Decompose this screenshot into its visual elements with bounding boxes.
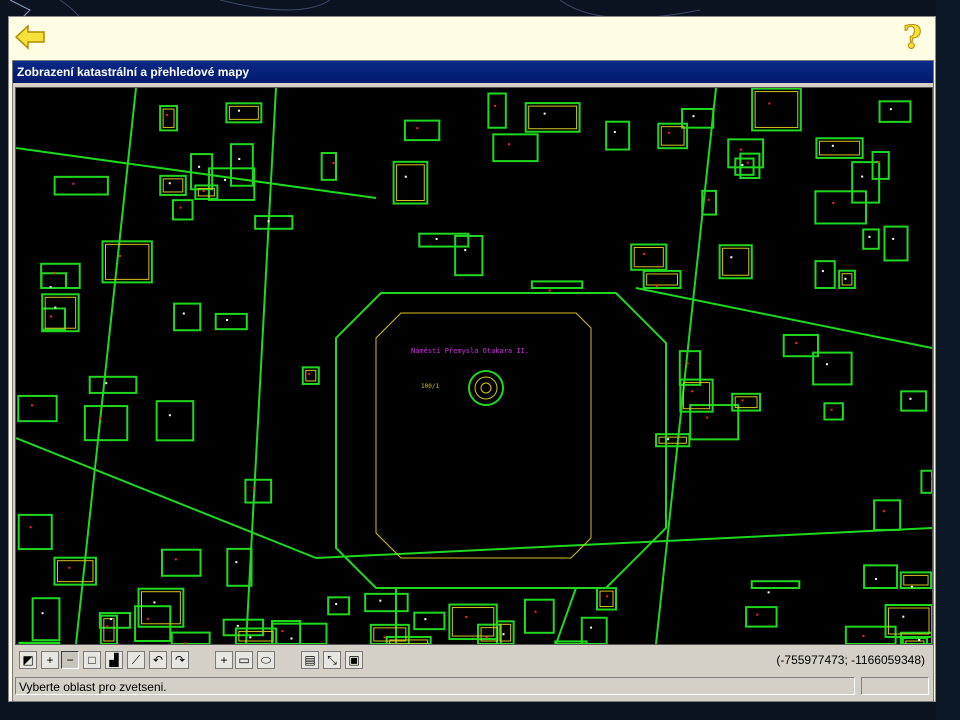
zoom-in-button[interactable]: + [41, 651, 59, 669]
app-window: ? Zobrazení katastrální a přehledové map… [8, 16, 936, 702]
info-button[interactable]: ⤡ [323, 651, 341, 669]
zoom-out-button[interactable]: − [61, 651, 79, 669]
zoom-in-icon: + [46, 653, 54, 667]
coordinates-readout: (-755977473; -1166059348) [776, 653, 925, 667]
print-button[interactable]: ▤ [301, 651, 319, 669]
cadastral-map[interactable]: Náměstí Přemysla Otakara II. 100/1 [15, 87, 933, 645]
undo-button[interactable]: ↶ [149, 651, 167, 669]
pan-crosshair-icon: + [220, 653, 228, 667]
help-question-icon: ? [903, 18, 923, 57]
status-bar: Vyberte oblast pro zvetseni. [15, 677, 931, 697]
measure-icon: ⟋ [131, 653, 141, 667]
select-polygon-icon: ⬭ [260, 653, 272, 667]
info-icon: ⤡ [327, 653, 337, 667]
select-rectangle-icon: ▭ [238, 653, 250, 667]
pan-crosshair-button[interactable]: + [215, 651, 233, 669]
back-arrow-icon [14, 24, 45, 50]
redo-icon: ↷ [174, 653, 186, 667]
fountain-inner [474, 376, 498, 400]
back-button[interactable] [13, 22, 47, 52]
layers-button[interactable]: ▟ [105, 651, 123, 669]
zoom-out-icon: − [66, 653, 74, 667]
redo-button[interactable]: ↷ [171, 651, 189, 669]
fountain-core [480, 382, 492, 394]
undo-icon: ↶ [152, 653, 164, 667]
measure-button[interactable]: ⟋ [127, 651, 145, 669]
export-button[interactable]: ▣ [345, 651, 363, 669]
map-select-icon: ◩ [22, 653, 34, 667]
map-select-button[interactable]: ◩ [19, 651, 37, 669]
fountain-outer [468, 370, 504, 406]
full-extent-icon: □ [88, 653, 96, 667]
top-bar: ? [9, 17, 935, 57]
map-panel: Zobrazení katastrální a přehledové mapy … [12, 60, 934, 702]
print-icon: ▤ [304, 653, 316, 667]
full-extent-button[interactable]: □ [83, 651, 101, 669]
parcel-label: 100/1 [421, 383, 439, 390]
map-canvas[interactable]: Náměstí Přemysla Otakara II. 100/1 [16, 88, 932, 644]
square-label: Náměstí Přemysla Otakara II. [411, 347, 529, 355]
layers-icon: ▟ [109, 653, 119, 667]
right-decoration-strip [936, 0, 960, 720]
select-rectangle-button[interactable]: ▭ [235, 651, 253, 669]
status-side-panel [861, 677, 929, 695]
panel-title: Zobrazení katastrální a přehledové mapy [13, 61, 933, 83]
select-polygon-button[interactable]: ⬭ [257, 651, 275, 669]
export-icon: ▣ [348, 653, 360, 667]
map-toolbar: (-755977473; -1166059348) ◩ + − □ ▟ ⟋ ↶ ↷ + ▭ ⬭ ▤ ⤡ ▣ [13, 647, 933, 675]
svg-text:?: ? [903, 18, 922, 54]
help-button[interactable]: ? [901, 18, 927, 57]
status-message: Vyberte oblast pro zvetseni. [15, 677, 855, 695]
